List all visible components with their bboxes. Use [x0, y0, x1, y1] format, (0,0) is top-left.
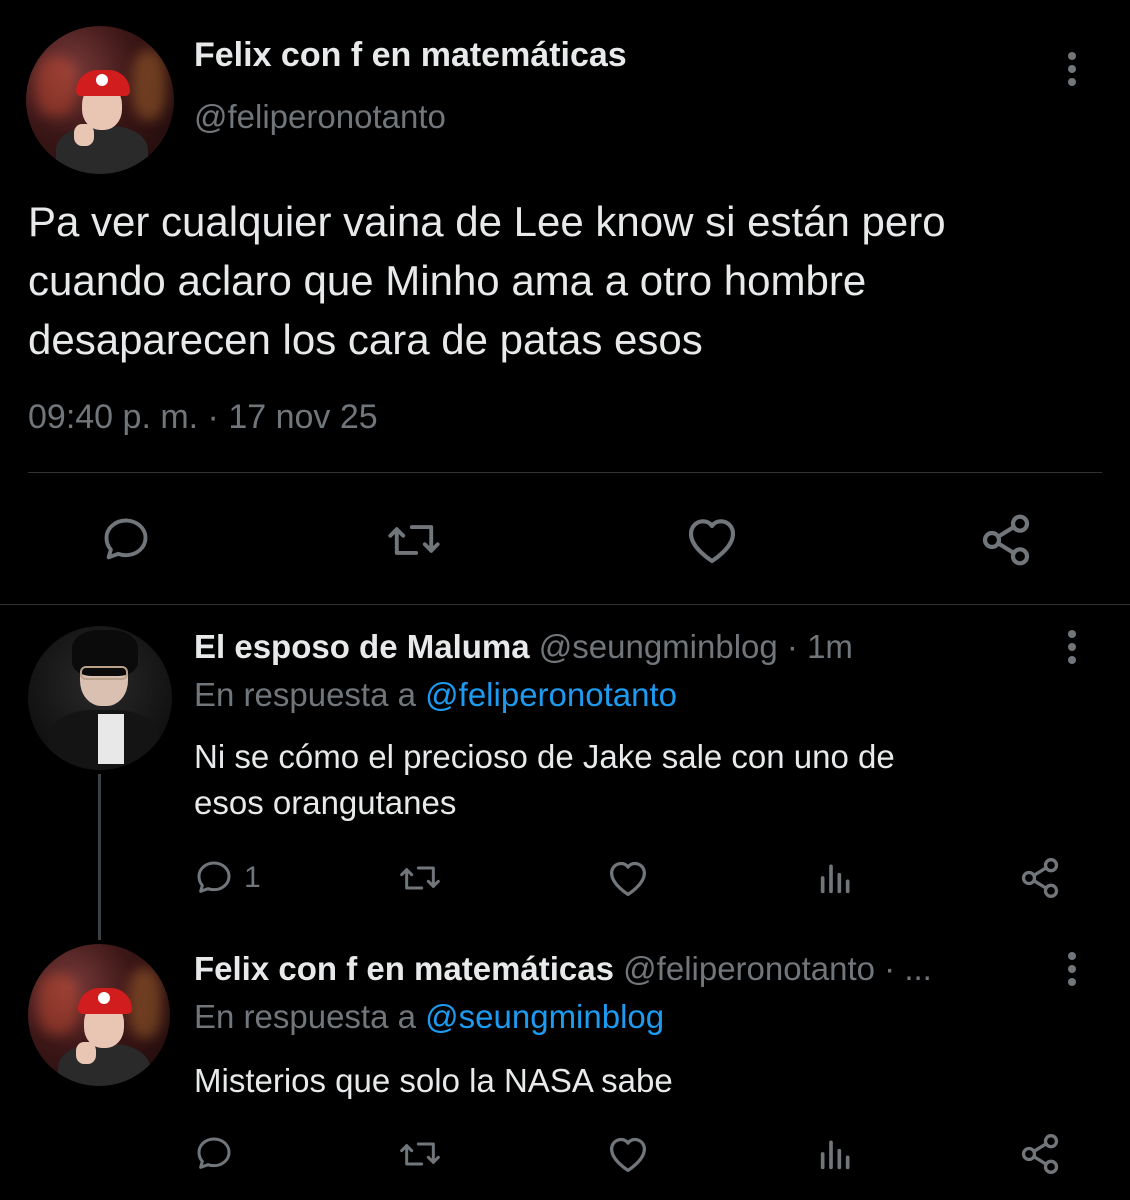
- share-icon[interactable]: [1018, 856, 1062, 900]
- replying-to: En respuesta a @feliperonotanto: [194, 676, 677, 714]
- replying-to-prefix: En respuesta a: [194, 998, 416, 1035]
- display-name[interactable]: Felix con f en matemáticas: [194, 950, 614, 987]
- reply-text: Misterios que solo la NASA sabe: [194, 1058, 673, 1104]
- reply-icon[interactable]: [194, 1134, 234, 1174]
- views-icon[interactable]: [816, 1134, 856, 1174]
- share-icon[interactable]: [978, 512, 1034, 568]
- handle[interactable]: @feliperonotanto: [194, 98, 446, 136]
- reply-icon[interactable]: [100, 514, 152, 566]
- reply-text-line: Ni se cómo el precioso de Jake sale con …: [194, 738, 895, 775]
- display-name[interactable]: Felix con f en matemáticas: [194, 36, 627, 75]
- heart-icon[interactable]: [684, 514, 740, 566]
- more-vertical-icon[interactable]: [1058, 950, 1086, 990]
- more-vertical-icon[interactable]: [1058, 50, 1086, 90]
- replying-to-handle[interactable]: @seungminblog: [425, 998, 664, 1035]
- heart-icon[interactable]: [606, 1134, 650, 1174]
- replying-to: En respuesta a @seungminblog: [194, 998, 664, 1036]
- reply-header: Felix con f en matemáticas @feliperonota…: [194, 950, 932, 988]
- avatar[interactable]: [28, 944, 170, 1086]
- divider: [28, 472, 1102, 473]
- avatar[interactable]: [28, 626, 172, 770]
- retweet-icon[interactable]: [398, 1134, 442, 1174]
- tweet-text-line: cuando aclaro que Minho ama a otro hombr…: [28, 257, 867, 304]
- tweet-text-line: Pa ver cualquier vaina de Lee know si es…: [28, 198, 946, 245]
- replying-to-prefix: En respuesta a: [194, 676, 416, 713]
- display-name[interactable]: El esposo de Maluma: [194, 628, 530, 665]
- avatar[interactable]: [26, 26, 174, 174]
- replying-to-handle[interactable]: @feliperonotanto: [425, 676, 677, 713]
- tweet-text: Pa ver cualquier vaina de Lee know si es…: [28, 192, 946, 369]
- reply-header: El esposo de Maluma @seungminblog · 1m: [194, 628, 853, 666]
- reply-text: Ni se cómo el precioso de Jake sale con …: [194, 734, 895, 826]
- heart-icon[interactable]: [606, 858, 650, 898]
- timestamp[interactable]: 09:40 p. m. · 17 nov 25: [28, 398, 378, 437]
- more-vertical-icon[interactable]: [1058, 628, 1086, 668]
- share-icon[interactable]: [1018, 1132, 1062, 1176]
- retweet-icon[interactable]: [398, 858, 442, 898]
- divider: [0, 604, 1130, 605]
- tweet-text-line: desaparecen los cara de patas esos: [28, 316, 703, 363]
- reply-text-line: Misterios que solo la NASA sabe: [194, 1062, 673, 1099]
- reply-icon[interactable]: [194, 858, 234, 898]
- handle-and-time[interactable]: @seungminblog · 1m: [539, 628, 853, 665]
- reply-text-line: esos orangutanes: [194, 784, 457, 821]
- reply-count: 1: [244, 861, 261, 894]
- handle-and-time[interactable]: @feliperonotanto · ...: [623, 950, 932, 987]
- views-icon[interactable]: [816, 858, 856, 898]
- thread-line: [98, 774, 101, 940]
- retweet-icon[interactable]: [386, 514, 442, 566]
